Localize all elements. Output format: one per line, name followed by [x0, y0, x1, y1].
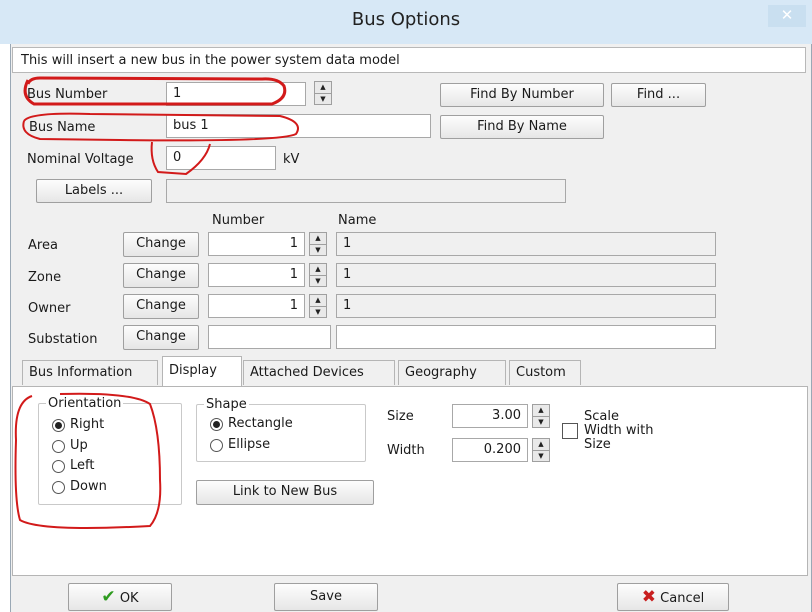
orientation-right-label[interactable]: Right [70, 417, 104, 432]
scale-label-line2: Width with [584, 423, 654, 438]
spin-down-icon[interactable]: ▼ [310, 276, 326, 287]
orientation-left-label[interactable]: Left [70, 458, 94, 473]
orientation-right-radio[interactable] [52, 419, 65, 432]
spin-up-icon[interactable]: ▲ [533, 405, 549, 417]
cancel-button[interactable]: ✖ Cancel [617, 583, 729, 611]
size-label: Size [387, 409, 414, 424]
find-button[interactable]: Find ... [611, 83, 706, 107]
zone-number-input[interactable]: 1 [208, 263, 305, 287]
spin-up-icon[interactable]: ▲ [310, 264, 326, 276]
name-column-header: Name [338, 213, 377, 228]
owner-name-field[interactable]: 1 [336, 294, 716, 318]
owner-number-input[interactable]: 1 [208, 294, 305, 318]
area-label: Area [28, 238, 58, 253]
bus-name-input[interactable]: bus 1 [166, 114, 431, 138]
scale-label-line3: Size [584, 437, 611, 452]
size-spinner[interactable]: ▲ ▼ [532, 404, 550, 428]
nominal-voltage-label: Nominal Voltage [27, 152, 134, 167]
spin-down-icon[interactable]: ▼ [310, 245, 326, 256]
scale-width-with-size-checkbox[interactable] [562, 423, 578, 439]
owner-change-button[interactable]: Change [123, 294, 199, 319]
close-button[interactable]: ✕ [768, 5, 806, 27]
scale-label-line1: Scale [584, 409, 619, 424]
shape-group [196, 404, 366, 462]
orientation-title: Orientation [46, 396, 124, 411]
check-icon: ✔ [101, 587, 116, 607]
find-by-number-button[interactable]: Find By Number [440, 83, 604, 107]
shape-ellipse-radio[interactable] [210, 439, 223, 452]
zone-change-button[interactable]: Change [123, 263, 199, 288]
cancel-label: Cancel [660, 591, 705, 606]
shape-ellipse-label[interactable]: Ellipse [228, 437, 270, 452]
orientation-down-radio[interactable] [52, 481, 65, 494]
spin-down-icon[interactable]: ▼ [533, 451, 549, 462]
ok-button[interactable]: ✔ OK [68, 583, 172, 611]
spin-up-icon[interactable]: ▲ [533, 439, 549, 451]
shape-rectangle-label[interactable]: Rectangle [228, 416, 293, 431]
scale-width-with-size-label[interactable]: Scale Width with Size [584, 410, 653, 452]
substation-label: Substation [28, 332, 98, 347]
shape-rectangle-radio[interactable] [210, 418, 223, 431]
number-column-header: Number [212, 213, 265, 228]
tab-custom[interactable]: Custom [509, 360, 581, 385]
area-name-field[interactable]: 1 [336, 232, 716, 256]
spin-down-icon[interactable]: ▼ [533, 417, 549, 428]
orientation-up-radio[interactable] [52, 440, 65, 453]
labels-field[interactable] [166, 179, 566, 203]
close-icon: ✕ [780, 6, 794, 24]
area-change-button[interactable]: Change [123, 232, 199, 257]
info-text: This will insert a new bus in the power … [12, 47, 806, 73]
shape-title: Shape [204, 397, 249, 412]
zone-number-spinner[interactable]: ▲ ▼ [309, 263, 327, 287]
spin-up-icon[interactable]: ▲ [310, 233, 326, 245]
tab-geography[interactable]: Geography [398, 360, 506, 385]
orientation-down-label[interactable]: Down [70, 479, 107, 494]
save-button[interactable]: Save [274, 583, 378, 611]
spin-down-icon[interactable]: ▼ [310, 307, 326, 318]
size-input[interactable]: 3.00 [452, 404, 528, 428]
area-number-spinner[interactable]: ▲ ▼ [309, 232, 327, 256]
substation-change-button[interactable]: Change [123, 325, 199, 350]
width-spinner[interactable]: ▲ ▼ [532, 438, 550, 462]
spin-up-icon[interactable]: ▲ [310, 295, 326, 307]
bus-number-label: Bus Number [27, 87, 108, 102]
owner-label: Owner [28, 301, 71, 316]
tab-bus-information[interactable]: Bus Information [22, 360, 158, 385]
spin-down-icon[interactable]: ▼ [315, 94, 331, 105]
zone-name-field[interactable]: 1 [336, 263, 716, 287]
bus-number-spinner[interactable]: ▲ ▼ [314, 81, 332, 105]
area-number-input[interactable]: 1 [208, 232, 305, 256]
width-input[interactable]: 0.200 [452, 438, 528, 462]
tab-display[interactable]: Display [162, 356, 242, 387]
orientation-up-label[interactable]: Up [70, 438, 88, 453]
tab-attached-devices[interactable]: Attached Devices [243, 360, 395, 385]
link-to-new-bus-button[interactable]: Link to New Bus [196, 480, 374, 505]
width-label: Width [387, 443, 425, 458]
kv-unit-label: kV [283, 152, 300, 167]
ok-label: OK [119, 591, 139, 606]
window-title: Bus Options [351, 9, 461, 30]
owner-number-spinner[interactable]: ▲ ▼ [309, 294, 327, 318]
substation-name-field[interactable] [336, 325, 716, 349]
substation-number-input[interactable] [208, 325, 331, 349]
bus-number-input[interactable]: 1 [166, 82, 306, 106]
find-by-name-button[interactable]: Find By Name [440, 115, 604, 139]
spin-up-icon[interactable]: ▲ [315, 82, 331, 94]
bus-name-label: Bus Name [29, 120, 96, 135]
labels-button[interactable]: Labels ... [36, 179, 152, 203]
nominal-voltage-input[interactable]: 0 [166, 146, 276, 170]
zone-label: Zone [28, 270, 62, 285]
cancel-x-icon: ✖ [641, 587, 657, 607]
orientation-left-radio[interactable] [52, 460, 65, 473]
